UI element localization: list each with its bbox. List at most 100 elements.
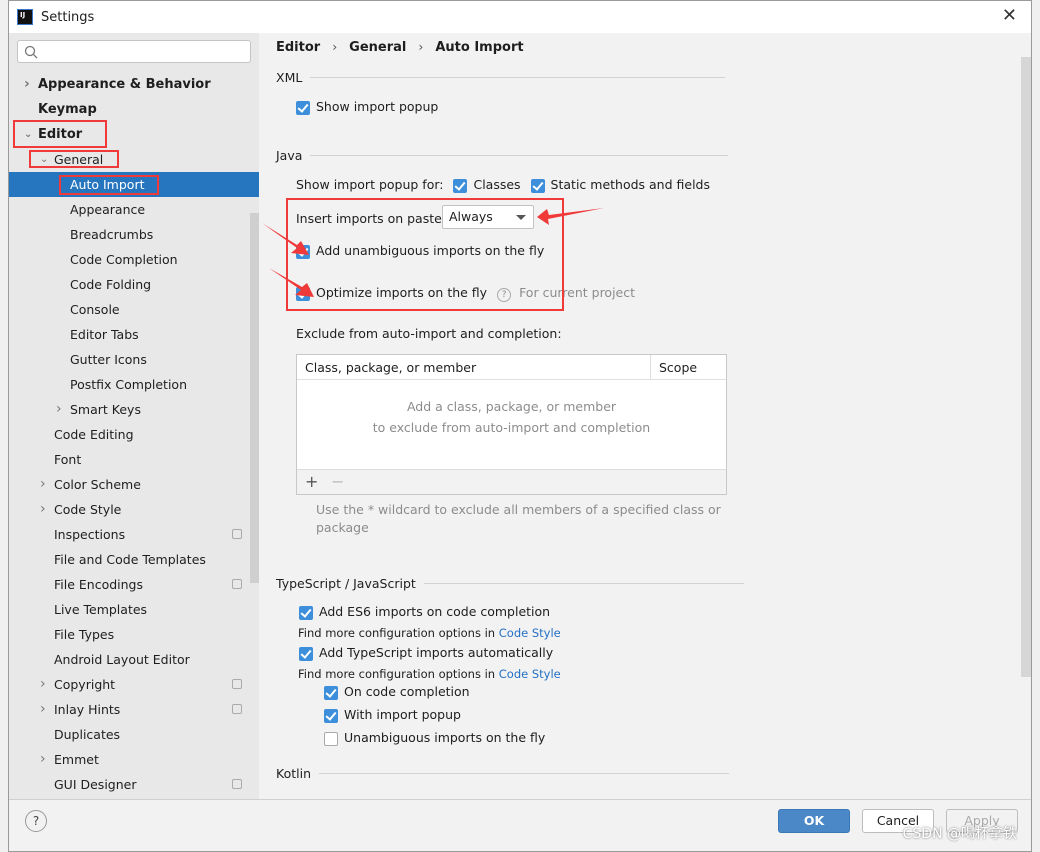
sidebar-item[interactable]: File Encodings <box>9 572 259 597</box>
es6-imports-checkbox[interactable]: Add ES6 imports on code completion <box>299 604 550 620</box>
add-icon[interactable]: + <box>305 472 318 491</box>
classes-checkbox[interactable]: Classes <box>453 177 521 193</box>
checkbox-checked-icon <box>453 178 468 193</box>
chevron-down-icon[interactable]: ⌄ <box>40 147 48 172</box>
intellij-logo-icon: IJ <box>17 9 33 25</box>
search-input[interactable] <box>17 40 251 63</box>
sidebar-item[interactable]: Duplicates <box>9 722 259 747</box>
chevron-right-icon[interactable]: › <box>40 472 46 497</box>
help-button[interactable]: ? <box>25 810 47 832</box>
sidebar-item[interactable]: Keymap <box>9 97 259 122</box>
sidebar-item-label: Editor Tabs <box>70 327 139 342</box>
sidebar-item[interactable]: ⌄ General <box>9 147 259 172</box>
checkbox-checked-icon <box>530 178 545 193</box>
sidebar-item[interactable]: Gutter Icons <box>9 347 259 372</box>
checkbox-checked-icon <box>296 100 310 115</box>
sidebar-item[interactable]: Font <box>9 447 259 472</box>
breadcrumb-item: Auto Import <box>435 40 524 55</box>
on-code-completion-checkbox[interactable]: On code completion <box>324 684 470 700</box>
sidebar-item[interactable]: Appearance <box>9 197 259 222</box>
empty-text: to exclude from auto-import and completi… <box>372 420 651 435</box>
chevron-right-icon[interactable]: › <box>40 497 46 522</box>
column-header[interactable]: Scope <box>659 360 697 375</box>
chevron-right-icon[interactable]: › <box>56 397 62 422</box>
sidebar-item[interactable]: ⌄ Editor <box>9 122 259 147</box>
sidebar-item[interactable]: Live Templates <box>9 597 259 622</box>
breadcrumb-item[interactable]: Editor <box>276 40 320 55</box>
sidebar-item-label: Copyright <box>54 677 116 692</box>
checkbox-label: Classes <box>473 177 521 192</box>
dialog-footer: ? OK Cancel Apply CSDN @喝杯拿铁 <box>9 799 1031 851</box>
sidebar-item[interactable]: GUI Designer <box>9 772 259 797</box>
sidebar-item[interactable]: File and Code Templates <box>9 547 259 572</box>
sidebar-item[interactable]: Inspections <box>9 522 259 547</box>
project-scope-icon <box>232 779 242 789</box>
sidebar-item[interactable]: File Types <box>9 622 259 647</box>
sidebar-item[interactable]: Auto Import <box>9 172 259 197</box>
chevron-right-icon[interactable]: › <box>40 747 46 772</box>
sidebar-item-label: Duplicates <box>54 727 121 742</box>
sidebar-item[interactable]: Breadcrumbs <box>9 222 259 247</box>
chevron-down-icon[interactable]: ⌄ <box>24 122 32 147</box>
project-scope-icon <box>232 679 242 689</box>
sidebar-item-label: Breadcrumbs <box>70 227 154 242</box>
sidebar-item[interactable]: Editor Tabs <box>9 322 259 347</box>
sidebar-item[interactable]: Console <box>9 297 259 322</box>
sidebar-item-label: File and Code Templates <box>54 552 206 567</box>
sidebar-item-label: File Types <box>54 627 115 642</box>
checkbox-label: Static methods and fields <box>550 177 710 192</box>
unambiguous-imports-checkbox[interactable]: Unambiguous imports on the fly <box>324 730 545 746</box>
code-style-link[interactable]: Code Style <box>499 667 561 681</box>
sidebar-item[interactable]: › Emmet <box>9 747 259 772</box>
code-style-hint: Find more configuration options in Code … <box>298 626 561 640</box>
section-title: Kotlin <box>276 766 311 781</box>
show-import-popup-row: Show import popup for: Classes Static me… <box>296 177 710 193</box>
sidebar-item[interactable]: Code Folding <box>9 272 259 297</box>
exclude-label: Exclude from auto-import and completion: <box>296 326 562 341</box>
chevron-right-icon[interactable]: › <box>40 697 46 722</box>
sidebar-item[interactable]: Android Layout Editor <box>9 647 259 672</box>
sidebar-item[interactable]: Code Completion <box>9 247 259 272</box>
sidebar-item[interactable]: Code Editing <box>9 422 259 447</box>
ok-button[interactable]: OK <box>778 809 850 833</box>
code-style-link[interactable]: Code Style <box>499 626 561 640</box>
sidebar-scrollbar[interactable] <box>250 213 259 583</box>
project-scope-icon <box>232 704 242 714</box>
static-methods-checkbox[interactable]: Static methods and fields <box>530 177 710 193</box>
table-header: Class, package, or member Scope <box>297 355 726 380</box>
sidebar-item[interactable]: › Color Scheme <box>9 472 259 497</box>
with-import-popup-checkbox[interactable]: With import popup <box>324 707 461 723</box>
column-header[interactable]: Class, package, or member <box>305 360 476 375</box>
sidebar-item[interactable]: › Smart Keys <box>9 397 259 422</box>
checkbox-label: Add ES6 imports on code completion <box>319 604 551 619</box>
show-import-popup-xml-checkbox[interactable]: Show import popup <box>296 99 438 115</box>
table-toolbar: + − <box>297 469 726 494</box>
search-icon <box>24 45 38 59</box>
sidebar-item[interactable]: Postfix Completion <box>9 372 259 397</box>
hint-text: Find more configuration options in <box>298 667 496 681</box>
sidebar-item[interactable]: › Copyright <box>9 672 259 697</box>
ts-auto-imports-checkbox[interactable]: Add TypeScript imports automatically <box>299 645 553 661</box>
sidebar-item[interactable]: › Appearance & Behavior <box>9 72 259 97</box>
section-xml: XML <box>276 70 726 85</box>
sidebar-item[interactable]: › Code Style <box>9 497 259 522</box>
chevron-right-icon[interactable]: › <box>40 672 46 697</box>
content-scrollbar[interactable] <box>1021 57 1031 677</box>
auto-import-panel: Editor › General › Auto Import XML Show … <box>259 33 1031 799</box>
checkbox-label: On code completion <box>344 684 470 699</box>
hint-text: Find more configuration options in <box>298 626 496 640</box>
remove-icon[interactable]: − <box>331 472 344 491</box>
sidebar-item-label: Editor <box>38 127 83 142</box>
sidebar-item-label: Appearance <box>70 202 146 217</box>
close-icon[interactable]: ✕ <box>1002 5 1017 26</box>
sidebar-item-label: Code Style <box>54 502 122 517</box>
sidebar-item-label: Smart Keys <box>70 402 141 417</box>
checkbox-label: With import popup <box>344 707 461 722</box>
sidebar-item-label: Auto Import <box>70 177 145 192</box>
chevron-right-icon[interactable]: › <box>24 72 30 97</box>
sidebar-item[interactable]: › Inlay Hints <box>9 697 259 722</box>
breadcrumb-item[interactable]: General <box>349 40 406 55</box>
watermark: CSDN @喝杯拿铁 <box>902 826 1017 842</box>
sidebar-item-label: Postfix Completion <box>70 377 187 392</box>
code-style-hint: Find more configuration options in Code … <box>298 667 561 681</box>
